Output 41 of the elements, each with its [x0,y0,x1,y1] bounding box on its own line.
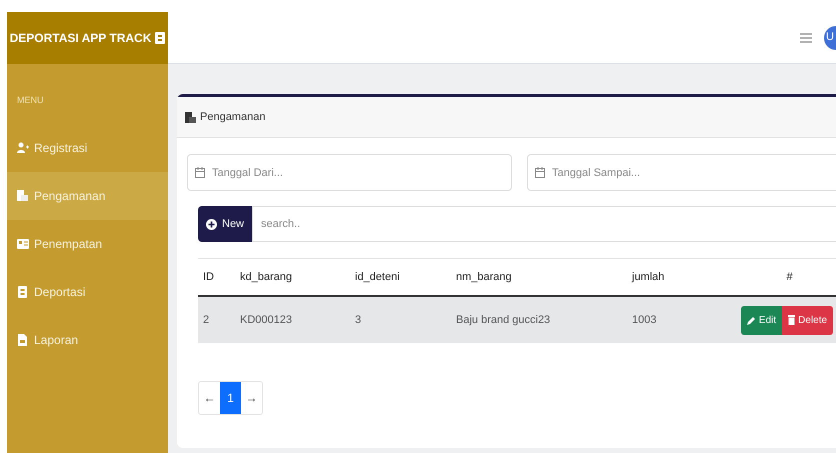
plus-circle-icon [206,218,217,230]
table-cell: 2 [203,314,210,326]
delete-button[interactable]: Delete [782,306,834,334]
book-icon [17,286,29,298]
column-header: # [786,270,793,283]
column-header: jumlah [632,270,664,283]
new-button[interactable]: New [198,206,252,242]
calendar-icon [195,167,205,178]
next-page-button[interactable]: → [241,382,262,414]
date-from-field[interactable]: Tanggal Dari... [187,154,512,191]
sidebar-item[interactable]: Registrasi [7,124,168,172]
page-button[interactable]: 1 [220,382,241,414]
menu-icon[interactable] [800,32,812,44]
table-cell: 1003 [632,314,656,326]
table-cell: Baju brand gucci23 [456,314,550,326]
pencil-icon [746,316,756,324]
id-icon [185,112,196,122]
table-cell: 3 [355,314,362,326]
previous-page-button[interactable]: ← [199,382,220,414]
table-cell: KD000123 [240,314,292,326]
date-to-field[interactable]: Tanggal Sampai... [527,154,836,191]
sidebar-item[interactable]: Penempatan [7,220,168,268]
column-header: ID [203,270,214,283]
column-header: kd_barang [240,270,292,283]
book-icon [155,32,166,44]
app-title: DEPORTASI APP TRACK [10,30,152,47]
user-avatar[interactable]: U [824,26,836,50]
sidebar-item[interactable]: Laporan [7,316,168,364]
column-header: nm_barang [456,270,512,283]
edit-button[interactable]: Edit [740,306,782,334]
menu-heading: MENU [16,94,44,107]
calendar-icon [535,167,545,178]
sidebar-item[interactable]: Deportasi [7,268,168,316]
id-icon [17,190,29,202]
trash-icon [788,315,796,325]
person-plus-icon [17,142,29,154]
file-icon [17,334,29,346]
card-title: Pengamanan [200,110,266,125]
card-icon [17,238,29,250]
search-field[interactable]: search.. [252,206,836,242]
column-header: id_deteni [355,270,400,283]
